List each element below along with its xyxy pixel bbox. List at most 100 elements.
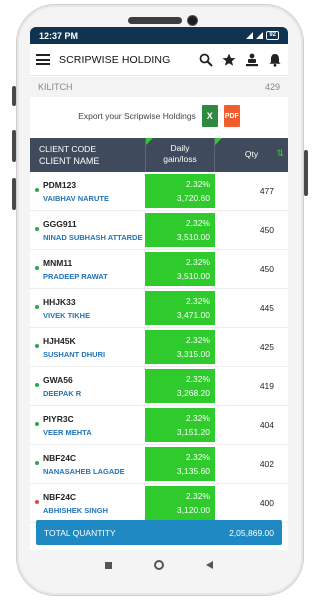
menu-icon[interactable] — [36, 54, 50, 65]
client-code: GGG911 — [43, 218, 77, 229]
gain-cell: 2.32% 3,315.00 — [145, 330, 215, 364]
gain-cell: 2.32% 3,471.00 — [145, 291, 215, 325]
pdf-icon[interactable]: PDF — [223, 105, 240, 127]
client-code: HHJK33 — [43, 296, 76, 307]
table-row[interactable]: NBF24C NANASAHEB LAGADE 2.32% 3,135.60 4… — [30, 445, 288, 484]
client-name: VAIBHAV NARUTE — [43, 193, 109, 203]
client-cell: MNM11 PRADEEP RAWAT — [30, 257, 145, 282]
status-dot — [35, 227, 39, 231]
phone-power-button — [304, 150, 308, 196]
phone-camera — [188, 16, 197, 25]
client-name: ABHISHEK SINGH — [43, 505, 109, 515]
table-row[interactable]: PDM123 VAIBHAV NARUTE 2.32% 3,720.60 477 — [30, 172, 288, 211]
qty-cell: 445 — [259, 303, 274, 313]
client-code: GWA56 — [43, 374, 73, 385]
gain-amount: 3,510.00 — [176, 271, 210, 281]
sort-indicator-icon — [215, 138, 222, 145]
client-cell: HJH45K SUSHANT DHURI — [30, 335, 145, 360]
gain-amount: 3,135.60 — [176, 466, 210, 476]
client-code-header: CLIENT CODE — [39, 144, 96, 154]
status-time: 12:37 PM — [39, 30, 79, 41]
client-name: PRADEEP RAWAT — [43, 271, 108, 281]
status-dot — [35, 344, 39, 348]
gain-percent: 2.32% — [185, 257, 210, 267]
account-row[interactable]: KILITCH 429 — [30, 77, 288, 97]
user-icon[interactable] — [245, 53, 259, 67]
client-code: MNM11 — [43, 257, 73, 268]
phone-side-button — [12, 130, 16, 162]
status-dot — [35, 500, 39, 504]
client-name: NINAD SUBHASH ATTARDE — [43, 232, 143, 242]
gain-header-line1: Daily — [170, 143, 190, 153]
excel-icon[interactable]: X — [201, 105, 218, 127]
qty-column-header[interactable]: Qty ⇅ — [215, 138, 288, 172]
bell-icon[interactable] — [268, 53, 282, 67]
phone-side-button — [12, 178, 16, 210]
gain-amount: 3,151.20 — [176, 427, 210, 437]
client-cell: GWA56 DEEPAK R — [30, 374, 145, 399]
table-row[interactable]: MNM11 PRADEEP RAWAT 2.32% 3,510.00 450 — [30, 250, 288, 289]
sort-arrows-icon[interactable]: ⇅ — [276, 148, 284, 159]
back-icon[interactable] — [206, 561, 213, 569]
header-actions — [199, 53, 282, 67]
client-cell: GGG911 NINAD SUBHASH ATTARDE — [30, 218, 145, 243]
gain-cell: 2.32% 3,135.60 — [145, 447, 215, 481]
app-screen: 12:37 PM 92 SCRIPWISE HOLDING KILITCH 42… — [30, 27, 288, 550]
gain-percent: 2.32% — [185, 491, 210, 501]
table-row[interactable]: HJH45K SUSHANT DHURI 2.32% 3,315.00 425 — [30, 328, 288, 367]
table-row[interactable]: GGG911 NINAD SUBHASH ATTARDE 2.32% 3,510… — [30, 211, 288, 250]
gain-percent: 2.32% — [185, 296, 210, 306]
gain-header-line2: gain/loss — [163, 154, 197, 164]
client-code: NBF24C — [43, 491, 77, 502]
gain-percent: 2.32% — [185, 452, 210, 462]
client-column-header[interactable]: CLIENT CODE CLIENT NAME — [30, 138, 145, 172]
client-code: HJH45K — [43, 335, 76, 346]
total-quantity-bar: TOTAL QUANTITY 2,05,869.00 — [36, 520, 282, 545]
client-cell: PIYR3C VEER MEHTA — [30, 413, 145, 438]
total-label: TOTAL QUANTITY — [44, 527, 116, 538]
gain-amount: 3,120.00 — [176, 505, 210, 515]
wifi-icon — [246, 32, 254, 39]
export-row: Export your Scripwise Holdings X PDF — [30, 97, 288, 135]
gain-amount: 3,720.60 — [176, 193, 210, 203]
table-row[interactable]: GWA56 DEEPAK R 2.32% 3,268.20 419 — [30, 367, 288, 406]
home-icon[interactable] — [154, 560, 164, 570]
gain-column-header[interactable]: Daily gain/loss — [145, 138, 215, 172]
recent-apps-icon[interactable] — [105, 561, 112, 569]
client-name: DEEPAK R — [43, 388, 82, 398]
gain-percent: 2.32% — [185, 218, 210, 228]
table-row[interactable]: NBF24C ABHISHEK SINGH 2.32% 3,120.00 400 — [30, 484, 288, 523]
phone-side-button — [12, 86, 16, 106]
status-icons: 92 — [246, 31, 279, 40]
gain-amount: 3,471.00 — [176, 310, 210, 320]
total-value: 2,05,869.00 — [229, 527, 274, 538]
app-header: SCRIPWISE HOLDING — [30, 44, 288, 76]
qty-cell: 450 — [259, 225, 274, 235]
table-row[interactable]: PIYR3C VEER MEHTA 2.32% 3,151.20 404 — [30, 406, 288, 445]
status-dot — [35, 188, 39, 192]
qty-cell: 425 — [259, 342, 274, 352]
status-bar: 12:37 PM 92 — [30, 27, 288, 44]
gain-percent: 2.32% — [185, 374, 210, 384]
android-nav-bar — [30, 550, 288, 580]
table-header: CLIENT CODE CLIENT NAME Daily gain/loss … — [30, 138, 288, 172]
gain-cell: 2.32% 3,720.60 — [145, 174, 215, 208]
status-dot — [35, 305, 39, 309]
qty-cell: 402 — [259, 459, 274, 469]
gain-cell: 2.32% 3,151.20 — [145, 408, 215, 442]
gain-amount: 3,268.20 — [176, 388, 210, 398]
page-title: SCRIPWISE HOLDING — [59, 53, 171, 66]
account-name: KILITCH — [38, 82, 73, 92]
client-name: SUSHANT DHURI — [43, 349, 106, 359]
search-icon[interactable] — [199, 53, 213, 67]
qty-cell: 477 — [259, 186, 274, 196]
star-icon[interactable] — [222, 53, 236, 67]
status-dot — [35, 383, 39, 387]
phone-speaker — [128, 17, 182, 24]
table-row[interactable]: HHJK33 VIVEK TIKHE 2.32% 3,471.00 445 — [30, 289, 288, 328]
qty-header-label: Qty — [244, 149, 259, 159]
client-cell: PDM123 VAIBHAV NARUTE — [30, 179, 145, 204]
client-name: NANASAHEB LAGADE — [43, 466, 125, 476]
gain-cell: 2.32% 3,510.00 — [145, 213, 215, 247]
gain-amount: 3,315.00 — [176, 349, 210, 359]
